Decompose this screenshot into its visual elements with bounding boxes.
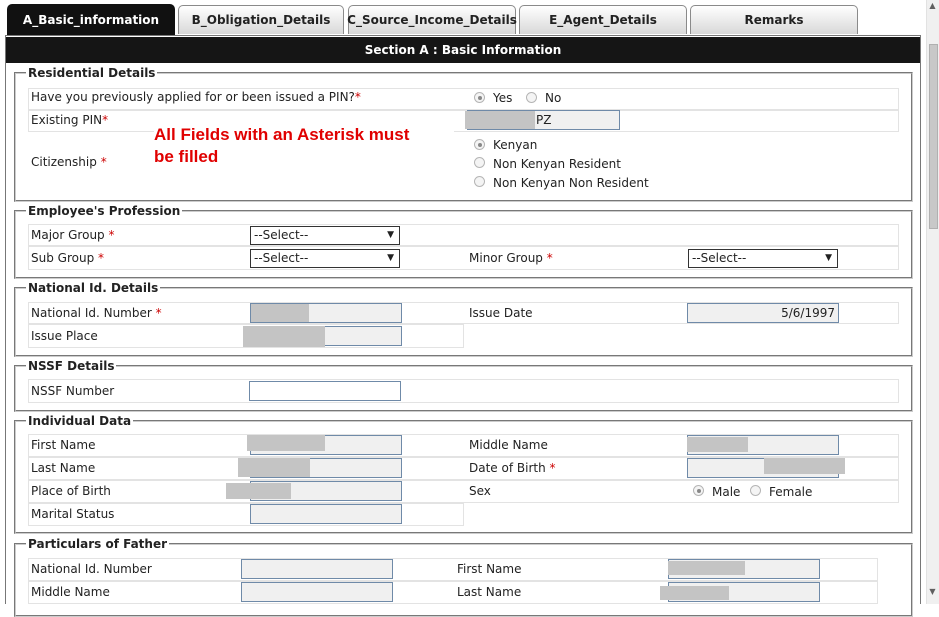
citizenship-nonkenyan-nonresident-label: Non Kenyan Non Resident (493, 176, 649, 190)
tab-source-income-details[interactable]: C_Source_Income_Details (347, 5, 517, 34)
pin-no-label: No (545, 91, 562, 105)
major-group-select[interactable]: --Select-- ▼ (250, 226, 400, 245)
redacted-value (465, 111, 535, 129)
marital-status-label: Marital Status (31, 507, 115, 521)
redacted-value (226, 483, 291, 499)
profession-legend: Employee's Profession (28, 204, 181, 218)
residential-legend: Residential Details (28, 66, 156, 80)
scrollbar-thumb[interactable] (929, 44, 938, 229)
redacted-value (238, 458, 310, 477)
row-divider (28, 379, 899, 403)
national-id-legend: National Id. Details (28, 281, 159, 295)
sex-male-label: Male (712, 485, 741, 499)
existing-pin-label: Existing PIN* (31, 113, 109, 127)
sub-group-select[interactable]: --Select-- ▼ (250, 249, 400, 268)
father-legend: Particulars of Father (28, 537, 168, 551)
redacted-value (764, 458, 845, 474)
father-national-id-label: National Id. Number (31, 562, 152, 576)
pin-yes-label: Yes (493, 91, 513, 105)
place-of-birth-label: Place of Birth (31, 484, 111, 498)
date-of-birth-label: Date of Birth * (469, 461, 556, 475)
issue-date-input[interactable]: 5/6/1997 (687, 303, 839, 323)
nssf-number-label: NSSF Number (31, 384, 115, 398)
citizenship-nonkenyan-nonresident-radio[interactable] (474, 176, 485, 187)
tab-agent-details[interactable]: E_Agent_Details (519, 5, 687, 34)
sex-male-radio[interactable] (693, 485, 704, 496)
citizenship-nonkenyan-resident-radio[interactable] (474, 157, 485, 168)
citizenship-kenyan-label: Kenyan (493, 138, 538, 152)
father-middle-name-input[interactable] (241, 582, 393, 602)
redacted-value (668, 561, 745, 575)
sex-female-label: Female (769, 485, 813, 499)
minor-group-label: Minor Group * (469, 251, 553, 265)
minor-group-select[interactable]: --Select-- ▼ (688, 249, 838, 268)
middle-name-label: Middle Name (469, 438, 548, 452)
redacted-value (247, 435, 325, 451)
redacted-value (251, 304, 309, 322)
redacted-value (687, 437, 748, 452)
sub-group-label: Sub Group * (31, 251, 105, 265)
redacted-value (660, 586, 729, 600)
tab-obligation-details[interactable]: B_Obligation_Details (178, 5, 344, 34)
father-national-id-input[interactable] (241, 559, 393, 579)
pin-question-label: Have you previously applied for or been … (31, 90, 361, 104)
first-name-label: First Name (31, 438, 96, 452)
marital-status-input[interactable] (250, 504, 402, 524)
father-first-name-label: First Name (457, 562, 522, 576)
father-middle-name-label: Middle Name (31, 585, 110, 599)
tab-remarks[interactable]: Remarks (690, 5, 858, 34)
scroll-down-icon[interactable]: ▼ (926, 586, 939, 598)
asterisk-note: All Fields with an Asterisk must be fille… (154, 124, 454, 170)
last-name-label: Last Name (31, 461, 96, 475)
issue-date-label: Issue Date (469, 306, 533, 320)
pin-yes-radio[interactable] (474, 92, 485, 103)
row-divider (28, 224, 899, 246)
issue-place-label: Issue Place (31, 329, 98, 343)
citizenship-nonkenyan-resident-label: Non Kenyan Resident (493, 157, 621, 171)
section-title: Section A : Basic Information (6, 37, 920, 63)
sex-label: Sex (469, 484, 491, 498)
father-last-name-label: Last Name (457, 585, 522, 599)
tab-basic-information[interactable]: A_Basic_information (7, 4, 175, 35)
national-id-number-label: National Id. Number * (31, 306, 162, 320)
redacted-value (243, 326, 325, 347)
citizenship-kenyan-radio[interactable] (474, 139, 485, 150)
sex-female-radio[interactable] (750, 485, 761, 496)
residential-details-group: Residential Details (14, 66, 913, 202)
individual-legend: Individual Data (28, 414, 132, 428)
nssf-number-input[interactable] (249, 381, 401, 401)
scroll-up-icon[interactable]: ▲ (926, 0, 939, 12)
nssf-legend: NSSF Details (28, 359, 115, 373)
pin-no-radio[interactable] (526, 92, 537, 103)
major-group-label: Major Group * (31, 228, 115, 242)
citizenship-label: Citizenship * (31, 155, 107, 169)
